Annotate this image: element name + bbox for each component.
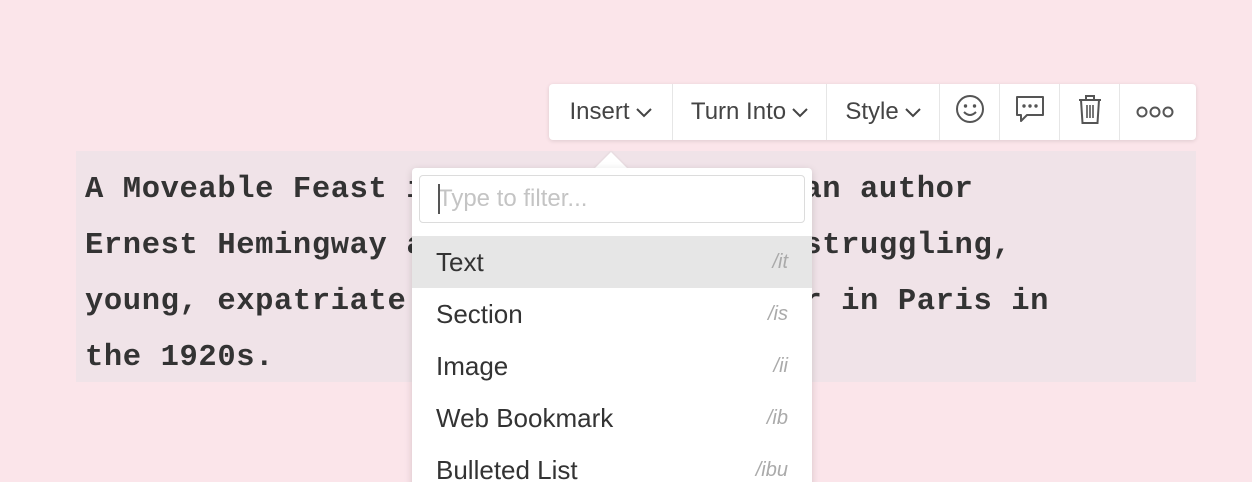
insert-label: Insert [569, 98, 630, 125]
menu-list: Text /it Section /is Image /ii Web Bookm… [412, 236, 812, 482]
menu-item-web-bookmark[interactable]: Web Bookmark /ib [412, 392, 812, 444]
turn-into-label: Turn Into [690, 98, 787, 125]
menu-item-label: Bulleted List [436, 454, 578, 482]
emoji-icon [955, 94, 985, 131]
more-button[interactable] [1120, 84, 1190, 140]
menu-item-shortcut: /ib [766, 406, 788, 429]
menu-item-shortcut: /is [768, 302, 788, 325]
editor-canvas: A Moveable Feast is a memoir by American… [0, 0, 1252, 482]
toolbar-pointer [594, 152, 628, 169]
menu-item-label: Web Bookmark [436, 402, 614, 433]
menu-item-image[interactable]: Image /ii [412, 340, 812, 392]
chevron-down-icon [635, 97, 652, 125]
filter-input[interactable] [419, 175, 805, 223]
comment-button[interactable] [1000, 84, 1060, 140]
menu-item-text[interactable]: Text /it [412, 236, 812, 288]
chevron-down-icon [904, 97, 921, 125]
comment-icon [1014, 94, 1046, 131]
menu-item-bulleted-list[interactable]: Bulleted List /ibu [412, 444, 812, 482]
menu-item-label: Image [436, 350, 509, 381]
menu-item-shortcut: /it [772, 250, 788, 273]
style-label: Style [845, 98, 899, 125]
menu-item-shortcut: /ii [773, 354, 788, 377]
block-toolbar: Insert Turn Into Style [549, 84, 1196, 140]
menu-item-label: Text [436, 246, 484, 277]
block-line: the 1920s. [85, 341, 275, 375]
insert-dropdown-menu: Text /it Section /is Image /ii Web Bookm… [412, 168, 812, 482]
text-cursor [438, 184, 440, 214]
insert-button[interactable]: Insert [549, 84, 673, 140]
trash-icon [1077, 93, 1103, 132]
menu-item-section[interactable]: Section /is [412, 288, 812, 340]
menu-item-label: Section [436, 298, 523, 329]
emoji-button[interactable] [940, 84, 1000, 140]
style-button[interactable]: Style [827, 84, 940, 140]
more-icon [1135, 98, 1175, 126]
turn-into-button[interactable]: Turn Into [673, 84, 827, 140]
delete-button[interactable] [1060, 84, 1120, 140]
chevron-down-icon [792, 97, 808, 125]
menu-item-shortcut: /ibu [755, 458, 788, 481]
